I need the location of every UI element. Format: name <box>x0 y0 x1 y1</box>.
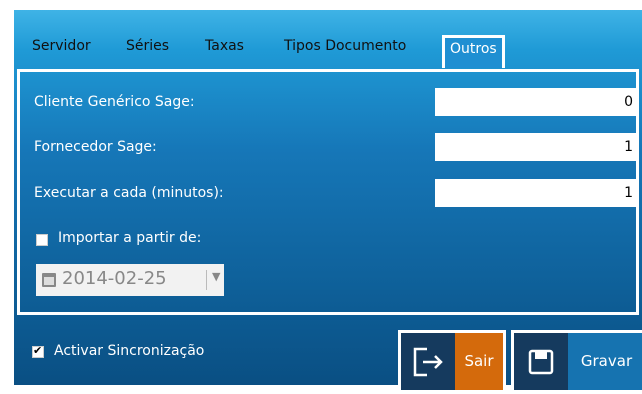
gravar-label: Gravar <box>568 333 642 390</box>
importar-checkbox[interactable] <box>36 234 48 246</box>
tab-taxas[interactable]: Taxas <box>205 38 244 54</box>
date-picker[interactable]: 2014-02-25 ▼ <box>36 264 224 296</box>
sair-button[interactable]: Sair <box>398 330 506 393</box>
calendar-icon <box>42 273 56 287</box>
tab-outros[interactable]: Outros <box>442 35 505 68</box>
outros-content: Cliente Genérico Sage: Fornecedor Sage: … <box>17 69 639 315</box>
save-icon <box>514 333 568 390</box>
date-separator <box>206 270 207 290</box>
activar-checkbox[interactable] <box>32 344 44 358</box>
fornecedor-input[interactable] <box>435 133 639 161</box>
fornecedor-label: Fornecedor Sage: <box>34 139 157 155</box>
executar-input[interactable] <box>435 179 639 207</box>
tab-series[interactable]: Séries <box>126 38 169 54</box>
tab-servidor[interactable]: Servidor <box>32 38 91 54</box>
importar-label: Importar a partir de: <box>58 230 202 246</box>
tab-bar: Servidor Séries Taxas Tipos Documento Ou… <box>14 10 642 70</box>
chevron-down-icon[interactable]: ▼ <box>212 270 220 283</box>
sair-label: Sair <box>455 333 503 390</box>
gravar-button[interactable]: Gravar <box>511 330 642 393</box>
exit-icon <box>401 333 455 390</box>
tab-tipos-documento[interactable]: Tipos Documento <box>284 38 406 54</box>
cliente-generico-input[interactable] <box>435 88 639 116</box>
activar-label: Activar Sincronização <box>54 343 205 359</box>
executar-label: Executar a cada (minutos): <box>34 185 224 201</box>
date-value: 2014-02-25 <box>62 268 167 289</box>
settings-panel: Servidor Séries Taxas Tipos Documento Ou… <box>14 10 642 393</box>
cliente-generico-label: Cliente Genérico Sage: <box>34 94 195 110</box>
